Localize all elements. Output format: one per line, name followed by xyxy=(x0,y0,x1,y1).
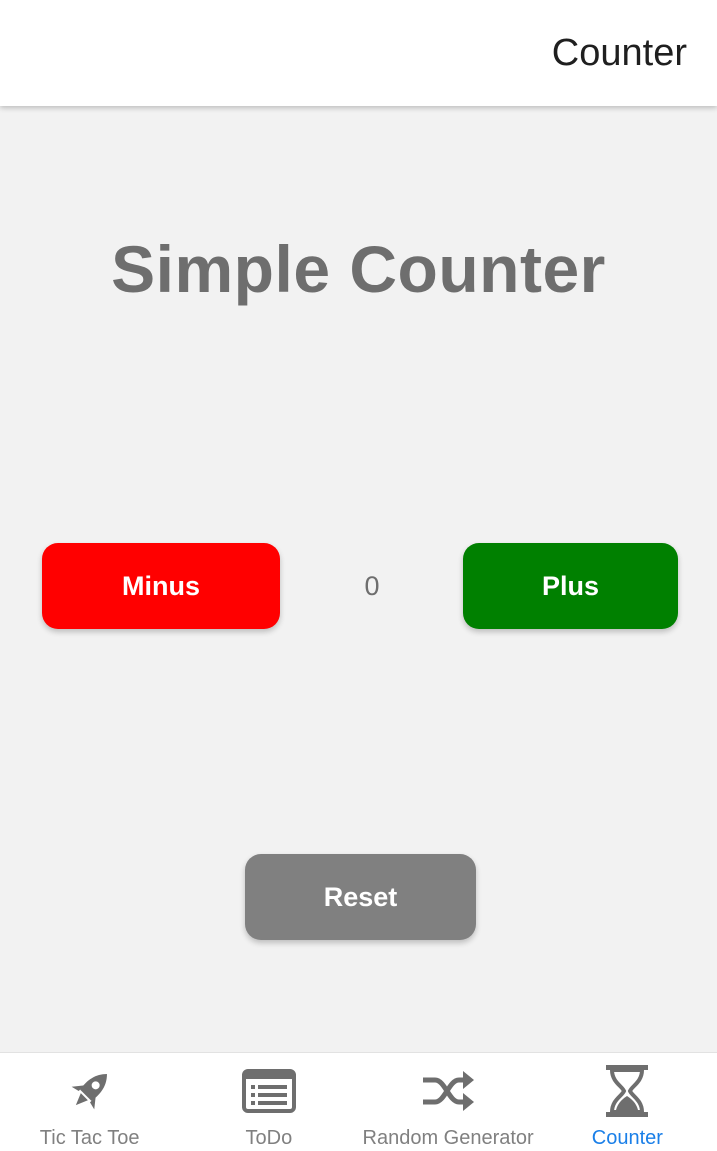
bottom-tab-bar: Tic Tac Toe ToDo Random Generator Counte… xyxy=(0,1052,717,1151)
list-icon xyxy=(241,1063,297,1119)
header-title: Counter xyxy=(551,32,687,74)
page-title: Simple Counter xyxy=(111,232,606,306)
tab-label: Tic Tac Toe xyxy=(39,1127,140,1149)
counter-screen: Simple Counter Minus 0 Plus Reset xyxy=(0,106,717,1052)
shuffle-icon xyxy=(420,1063,476,1119)
tab-tic-tac-toe[interactable]: Tic Tac Toe xyxy=(0,1053,179,1151)
minus-button[interactable]: Minus xyxy=(42,543,280,629)
reset-button[interactable]: Reset xyxy=(245,854,476,940)
tab-random-generator[interactable]: Random Generator xyxy=(359,1053,538,1151)
rocket-icon xyxy=(62,1063,118,1119)
tab-counter[interactable]: Counter xyxy=(538,1053,717,1151)
tab-todo[interactable]: ToDo xyxy=(179,1053,358,1151)
tab-label: ToDo xyxy=(245,1127,293,1149)
hourglass-icon xyxy=(599,1063,655,1119)
tab-label: Counter xyxy=(591,1127,663,1149)
counter-value: 0 xyxy=(364,570,380,601)
app-header: Counter xyxy=(0,0,717,106)
tab-label: Random Generator xyxy=(362,1127,534,1149)
plus-button[interactable]: Plus xyxy=(463,543,678,629)
